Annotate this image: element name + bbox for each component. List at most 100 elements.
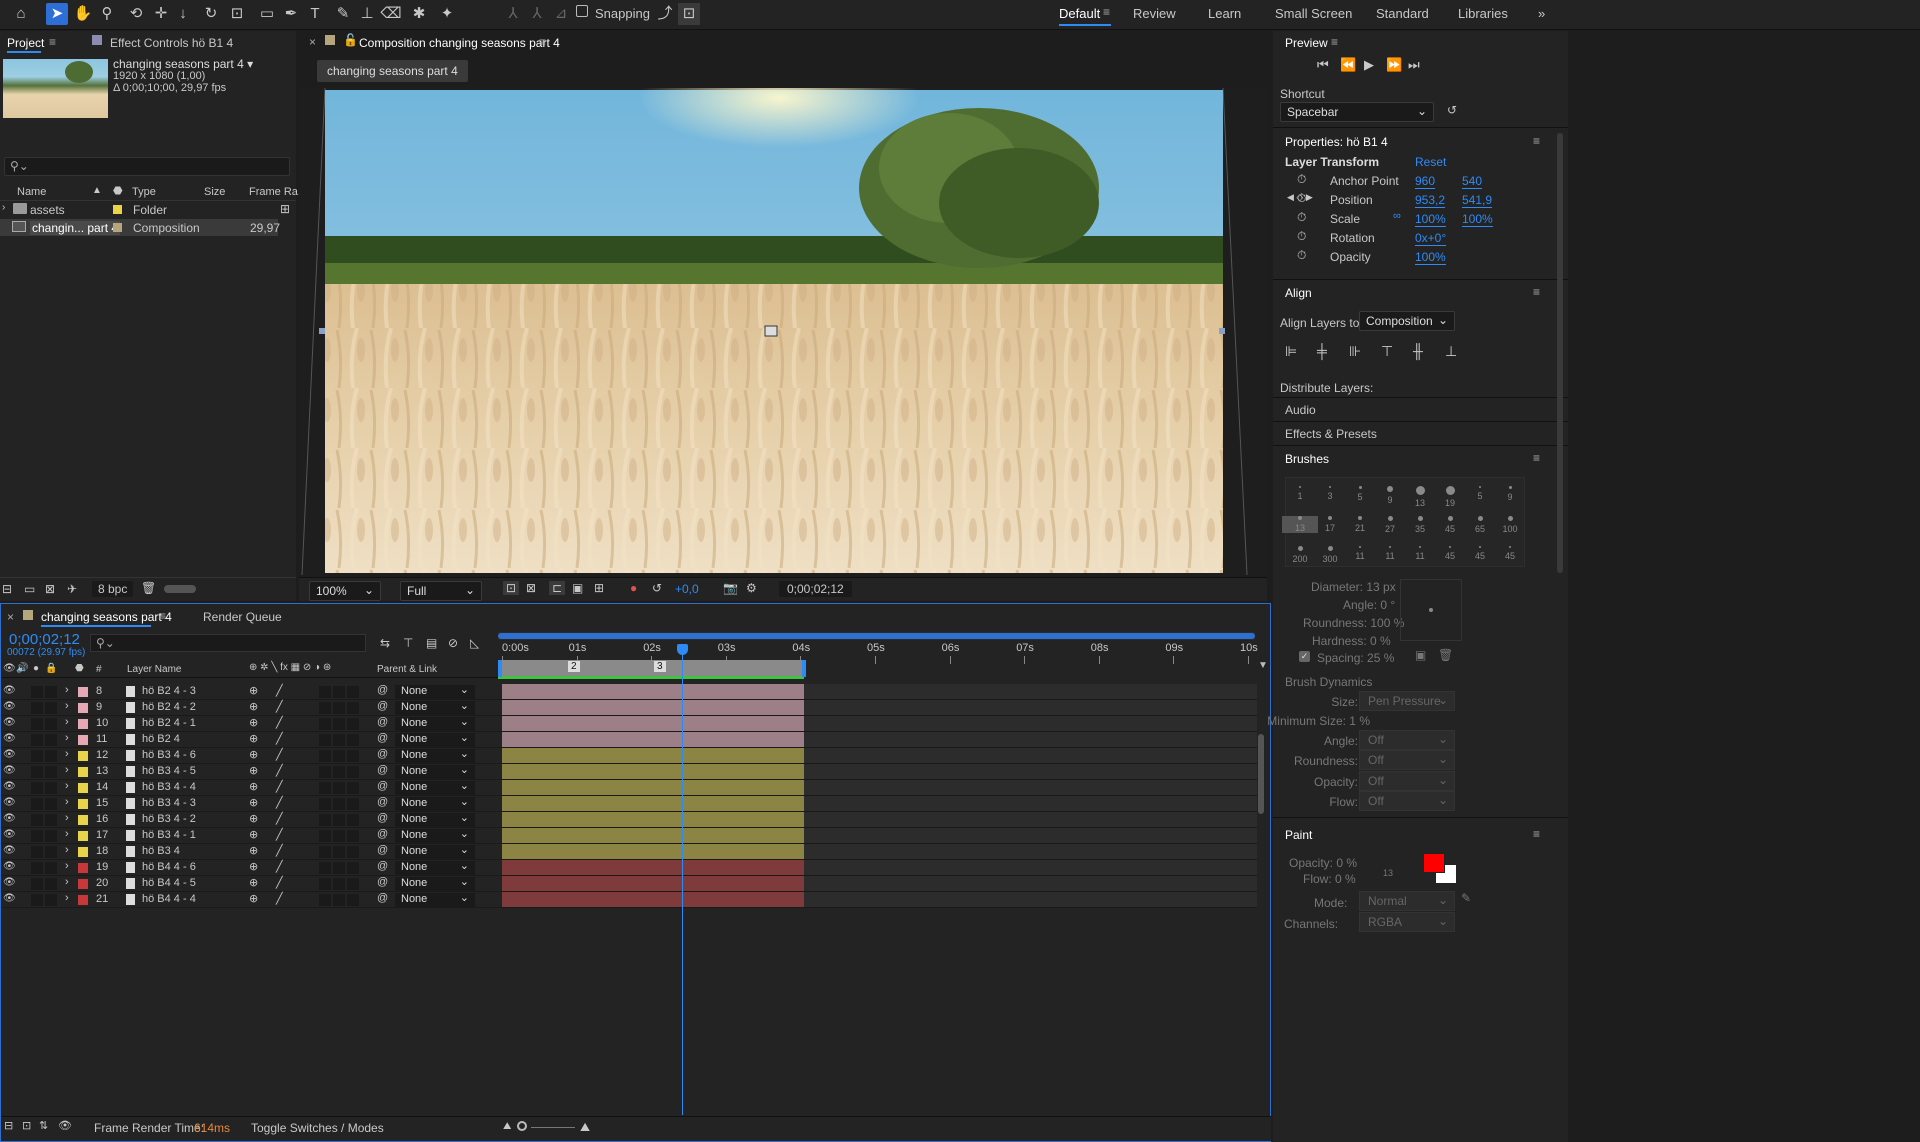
3d-toggle[interactable] xyxy=(347,686,359,698)
3d-toggle[interactable] xyxy=(347,862,359,874)
resolution-select[interactable]: Full ⌄ xyxy=(400,581,482,601)
layer-row[interactable]: 👁 › 14 hö B3 4 - 4 ⊕ ╱ @ None ⌄ xyxy=(1,780,1257,796)
mask-visibility-icon[interactable]: ⊏ xyxy=(549,581,566,595)
adjustment-toggle[interactable] xyxy=(333,702,345,714)
3d-toggle[interactable] xyxy=(347,702,359,714)
label-color-swatch[interactable] xyxy=(78,783,88,793)
timeline-nav-end-icon[interactable]: ▼ xyxy=(1258,660,1268,671)
layer-row[interactable]: 👁 › 16 hö B3 4 - 2 ⊕ ╱ @ None ⌄ xyxy=(1,812,1257,828)
dynamics-select[interactable]: Off ⌄ xyxy=(1359,750,1455,770)
constrain-proportions-icon[interactable]: ∞ xyxy=(1393,210,1401,222)
shy-layers-icon[interactable]: ▤ xyxy=(426,636,437,650)
snapping-checkbox[interactable] xyxy=(576,5,588,17)
lock-toggle[interactable] xyxy=(45,686,57,698)
motion-blur-toggle[interactable] xyxy=(319,894,331,906)
parent-select[interactable]: None ⌄ xyxy=(395,684,475,699)
layer-duration-bar[interactable] xyxy=(502,892,804,907)
lock-toggle[interactable] xyxy=(45,830,57,842)
pen-tool-icon[interactable]: ✒ xyxy=(280,3,302,25)
parent-select[interactable]: None ⌄ xyxy=(395,796,475,811)
solo-toggle[interactable] xyxy=(31,846,43,858)
shy-switch-icon[interactable]: ⊕ xyxy=(249,732,258,745)
layer-duration-bar[interactable] xyxy=(502,732,804,747)
chevron-right-icon[interactable]: › xyxy=(65,764,69,776)
label-color-swatch[interactable] xyxy=(78,831,88,841)
3d-toggle[interactable] xyxy=(347,814,359,826)
layer-name[interactable]: hö B4 4 - 4 xyxy=(142,893,196,905)
dynamics-select[interactable]: Off ⌄ xyxy=(1359,730,1455,750)
align-bottom-icon[interactable]: ⊥ xyxy=(1445,343,1457,360)
lock-switch-icon[interactable]: 🔒 xyxy=(45,663,57,674)
parent-select[interactable]: None ⌄ xyxy=(395,780,475,795)
comp-name-label[interactable]: changing seasons part 4 ▾ xyxy=(113,57,253,71)
anchor-tool-icon[interactable]: ⊡ xyxy=(226,3,248,25)
layer-duration-bar[interactable] xyxy=(502,780,804,795)
layer-name[interactable]: hö B2 4 - 3 xyxy=(142,685,196,697)
eye-icon[interactable]: 👁 xyxy=(3,797,16,808)
adjustment-toggle[interactable] xyxy=(333,686,345,698)
tab-effect-controls[interactable]: Effect Controls hö B1 4 xyxy=(110,36,233,50)
motion-blur-toggle[interactable] xyxy=(319,862,331,874)
trash-icon[interactable]: 🗑 xyxy=(141,581,156,595)
shy-switch-icon[interactable]: ⊕ xyxy=(249,748,258,761)
layer-name[interactable]: hö B3 4 - 5 xyxy=(142,765,196,777)
motion-blur-toggle[interactable] xyxy=(319,686,331,698)
previous-frame-icon[interactable]: ⏪ xyxy=(1340,57,1356,73)
properties-menu-icon[interactable]: ≡ xyxy=(1533,134,1540,148)
adjustment-toggle[interactable] xyxy=(333,750,345,762)
lock-toggle[interactable] xyxy=(45,750,57,762)
pickwhip-icon[interactable]: @ xyxy=(377,764,388,776)
layer-row[interactable]: 👁 › 19 hö B4 4 - 6 ⊕ ╱ @ None ⌄ xyxy=(1,860,1257,876)
sort-icon[interactable]: ▲ xyxy=(92,185,102,196)
solo-toggle[interactable] xyxy=(31,862,43,874)
home-icon[interactable]: ⌂ xyxy=(10,3,32,25)
label-color-swatch[interactable] xyxy=(78,703,88,713)
quality-switch-icon[interactable]: ╱ xyxy=(276,700,283,713)
timeline-search-input[interactable]: ⚲⌄ xyxy=(90,634,366,652)
quality-switch-icon[interactable]: ╱ xyxy=(276,684,283,697)
eye-icon[interactable]: 👁 xyxy=(3,685,16,696)
chevron-right-icon[interactable]: › xyxy=(65,796,69,808)
eye-icon[interactable]: 👁 xyxy=(3,893,16,904)
project-menu-icon[interactable]: ≡ xyxy=(49,35,56,49)
composition-mini-flowchart-icon[interactable]: ⇆ xyxy=(380,636,390,650)
work-area-start-handle[interactable] xyxy=(498,660,502,677)
motion-blur-toggle[interactable] xyxy=(319,798,331,810)
label-column-icon[interactable]: ⬣ xyxy=(75,663,84,674)
layer-name[interactable]: hö B4 4 - 5 xyxy=(142,877,196,889)
quality-switch-icon[interactable]: ╱ xyxy=(276,732,283,745)
layer-duration-bar[interactable] xyxy=(502,828,804,843)
zoom-out-icon[interactable]: ⛰ xyxy=(503,1121,511,1132)
quality-switch-icon[interactable]: ╱ xyxy=(276,748,283,761)
align-top-icon[interactable]: ⊤ xyxy=(1381,343,1393,360)
adjustment-toggle[interactable] xyxy=(333,878,345,890)
layer-row[interactable]: 👁 › 15 hö B3 4 - 3 ⊕ ╱ @ None ⌄ xyxy=(1,796,1257,812)
lock-toggle[interactable] xyxy=(45,814,57,826)
dolly-tool-icon[interactable]: ↓ xyxy=(172,3,194,25)
property-value-2[interactable]: 541,9 xyxy=(1462,193,1493,208)
reset-button[interactable]: Reset xyxy=(1415,155,1446,169)
project-item-comp[interactable]: changin... part 4 Composition 29,97 xyxy=(0,219,280,236)
zoom-in-icon[interactable]: ⛰ xyxy=(580,1120,590,1135)
chevron-right-icon[interactable]: › xyxy=(65,892,69,904)
quality-switch-icon[interactable]: ╱ xyxy=(276,796,283,809)
align-right-icon[interactable]: ⊪ xyxy=(1349,343,1361,360)
preview-menu-icon[interactable]: ≡ xyxy=(1331,35,1338,49)
shy-switch-icon[interactable]: ⊕ xyxy=(249,844,258,857)
transfer-controls-pane-icon[interactable]: ⊡ xyxy=(22,1119,31,1132)
3d-toggle[interactable] xyxy=(347,878,359,890)
chevron-right-icon[interactable]: › xyxy=(65,716,69,728)
toggle-switches-modes[interactable]: Toggle Switches / Modes xyxy=(251,1121,384,1135)
3d-toggle[interactable] xyxy=(347,798,359,810)
eraser-tool-icon[interactable]: ⌫ xyxy=(380,3,402,25)
zoom-tool-icon[interactable]: ⚲ xyxy=(96,3,118,25)
3d-toggle[interactable] xyxy=(347,766,359,778)
video-switch-icon[interactable]: 👁 xyxy=(3,663,16,674)
shy-switch-icon[interactable]: ⊕ xyxy=(249,796,258,809)
motion-blur-toggle[interactable] xyxy=(319,782,331,794)
property-value-1[interactable]: 960 xyxy=(1415,174,1436,189)
parent-select[interactable]: None ⌄ xyxy=(395,812,475,827)
shortcut-select[interactable]: Spacebar ⌄ xyxy=(1280,102,1434,122)
brush-preset[interactable]: 100 xyxy=(1492,516,1528,534)
shy-switch-icon[interactable]: ⊕ xyxy=(249,860,258,873)
